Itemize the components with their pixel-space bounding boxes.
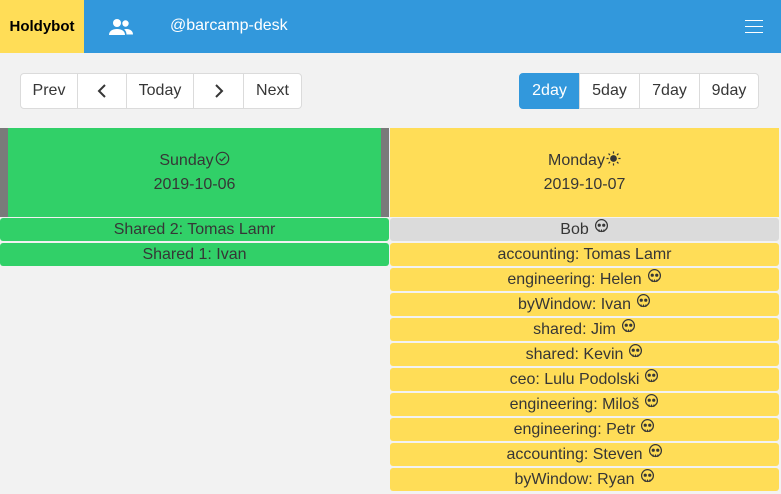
check-circle-icon xyxy=(215,151,229,166)
skull-icon xyxy=(640,419,655,434)
event-item[interactable]: engineering: Miloš xyxy=(390,393,779,416)
view-2day-button[interactable]: 2day xyxy=(519,73,580,109)
next-button[interactable]: Next xyxy=(243,73,302,109)
event-label: engineering: Helen xyxy=(507,270,642,288)
channel-name[interactable]: @barcamp-desk xyxy=(170,17,288,35)
event-item[interactable]: byWindow: Ryan xyxy=(390,468,779,491)
event-item[interactable]: Bob xyxy=(390,218,779,241)
hamburger-icon[interactable] xyxy=(745,20,763,34)
event-item[interactable]: engineering: Petr xyxy=(390,418,779,441)
event-label: shared: Kevin xyxy=(525,345,624,363)
skull-icon xyxy=(594,219,609,234)
skull-icon xyxy=(621,319,636,334)
prev-day-button[interactable] xyxy=(77,73,127,109)
skull-icon xyxy=(644,394,659,409)
day-header-sunday[interactable]: Sunday 2019-10-06 xyxy=(0,128,389,217)
event-label: Shared 2: Tomas Lamr xyxy=(113,220,276,238)
navbar: Holdybot @barcamp-desk xyxy=(0,0,781,53)
event-label: engineering: Petr xyxy=(513,420,636,438)
event-label: accounting: Tomas Lamr xyxy=(497,245,672,263)
day-name: Monday xyxy=(548,152,605,169)
event-item[interactable]: Shared 1: Ivan xyxy=(0,243,389,266)
skull-icon xyxy=(636,294,651,309)
prev-button[interactable]: Prev xyxy=(20,73,78,109)
day-date: 2019-10-06 xyxy=(153,176,236,193)
view-switcher: 2day 5day 7day 9day xyxy=(519,73,759,109)
next-day-button[interactable] xyxy=(193,73,244,109)
day-name: Sunday xyxy=(159,152,214,169)
skull-icon xyxy=(644,369,659,384)
skull-icon xyxy=(628,344,643,359)
event-item[interactable]: engineering: Helen xyxy=(390,268,779,291)
view-9day-button[interactable]: 9day xyxy=(699,73,759,109)
day-date: 2019-10-07 xyxy=(543,176,626,193)
event-label: engineering: Miloš xyxy=(509,395,640,413)
event-item[interactable]: shared: Kevin xyxy=(390,343,779,366)
date-navigation: Prev Today Next xyxy=(20,73,302,109)
view-5day-button[interactable]: 5day xyxy=(579,73,640,109)
event-label: ceo: Lulu Podolski xyxy=(509,370,640,388)
event-label: accounting: Steven xyxy=(506,445,643,463)
skull-icon xyxy=(648,444,663,459)
event-label: Shared 1: Ivan xyxy=(142,245,247,263)
event-item[interactable]: shared: Jim xyxy=(390,318,779,341)
chevron-left-icon xyxy=(97,84,106,98)
event-label: Bob xyxy=(560,220,589,238)
skull-icon xyxy=(647,269,662,284)
event-label: byWindow: Ivan xyxy=(518,295,631,313)
skull-icon xyxy=(640,469,655,484)
event-item[interactable]: accounting: Tomas Lamr xyxy=(390,243,779,266)
event-label: byWindow: Ryan xyxy=(514,470,635,488)
events-sunday: Shared 2: Tomas Lamr Shared 1: Ivan xyxy=(0,218,389,268)
brand-logo[interactable]: Holdybot xyxy=(0,0,84,53)
chevron-right-icon xyxy=(214,84,223,98)
day-header-monday[interactable]: Monday 2019-10-07 xyxy=(390,128,779,217)
users-icon[interactable] xyxy=(108,15,134,39)
today-button[interactable]: Today xyxy=(126,73,194,109)
view-7day-button[interactable]: 7day xyxy=(639,73,700,109)
event-item[interactable]: byWindow: Ivan xyxy=(390,293,779,316)
event-item[interactable]: Shared 2: Tomas Lamr xyxy=(0,218,389,241)
event-item[interactable]: accounting: Steven xyxy=(390,443,779,466)
event-item[interactable]: ceo: Lulu Podolski xyxy=(390,368,779,391)
sun-icon xyxy=(606,151,621,166)
events-monday: Bob accounting: Tomas Lamr engineering: He… xyxy=(390,218,779,493)
event-label: shared: Jim xyxy=(533,320,616,338)
